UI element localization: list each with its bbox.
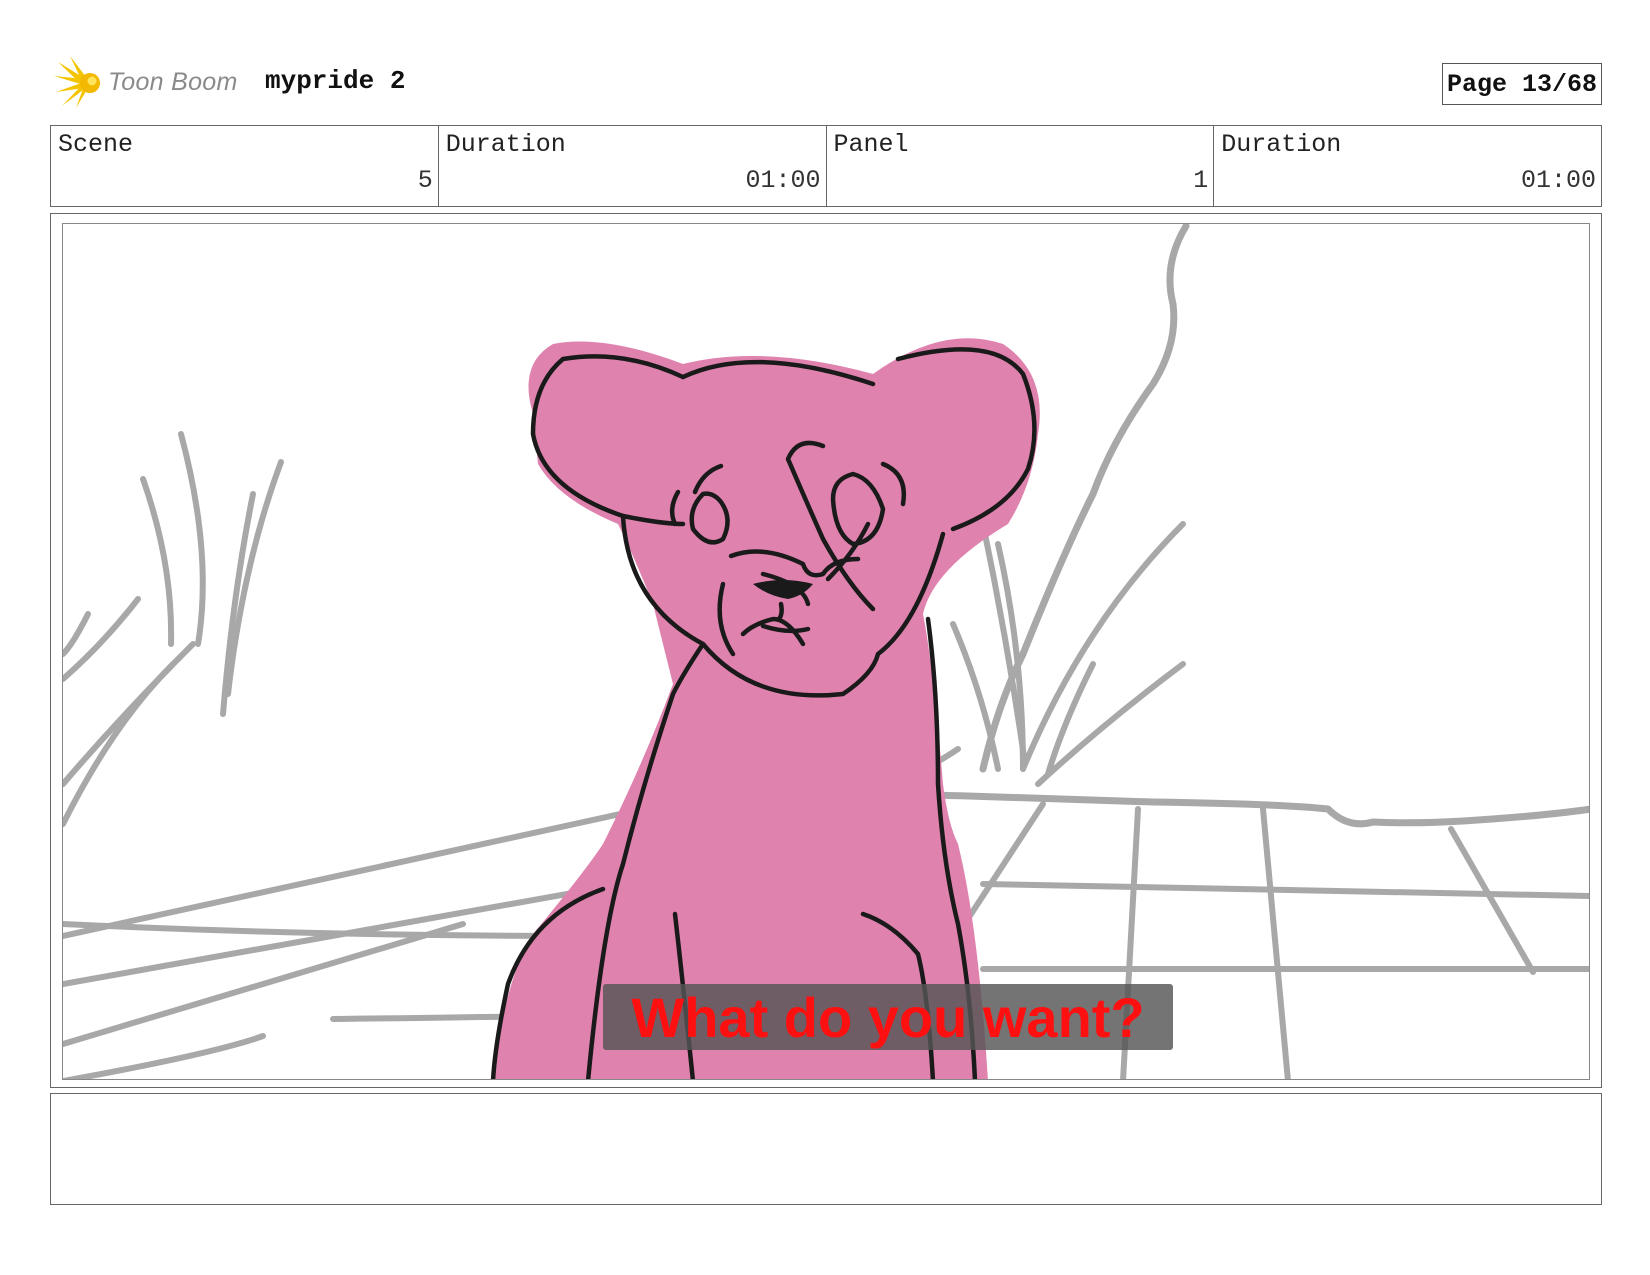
cub-fill	[493, 338, 1040, 1079]
panel-cell: Panel 1	[827, 126, 1215, 206]
scene-duration-label: Duration	[445, 130, 566, 159]
panel-value: 1	[1193, 166, 1209, 195]
scene-value: 5	[417, 166, 433, 195]
storyboard-panel-image: What do you want?	[62, 223, 1590, 1080]
logo-text: Toon Boom	[108, 68, 238, 96]
scene-duration-cell: Duration 01:00	[439, 126, 827, 206]
project-title: mypride 2	[265, 66, 406, 96]
panel-notes-box	[50, 1093, 1602, 1205]
toon-boom-logo: Toon Boom	[54, 56, 254, 110]
scene-duration-value: 01:00	[745, 166, 821, 195]
panel-label: Panel	[833, 130, 909, 159]
page-indicator: Page 13/68	[1442, 63, 1602, 105]
cub-character	[490, 338, 1040, 1079]
scene-info-table: Scene 5 Duration 01:00 Panel 1 Duration …	[50, 125, 1602, 207]
scene-label: Scene	[58, 130, 134, 159]
panel-duration-label: Duration	[1221, 130, 1342, 159]
starburst-icon	[54, 56, 100, 108]
storyboard-panel-frame: What do you want?	[50, 213, 1602, 1088]
background-grass-left	[63, 431, 284, 827]
panel-duration-value: 01:00	[1520, 166, 1596, 195]
dialogue-subtitle: What do you want?	[603, 984, 1173, 1050]
scene-cell: Scene 5	[51, 126, 439, 206]
panel-drawing	[63, 224, 1589, 1079]
panel-duration-cell: Duration 01:00	[1214, 126, 1601, 206]
